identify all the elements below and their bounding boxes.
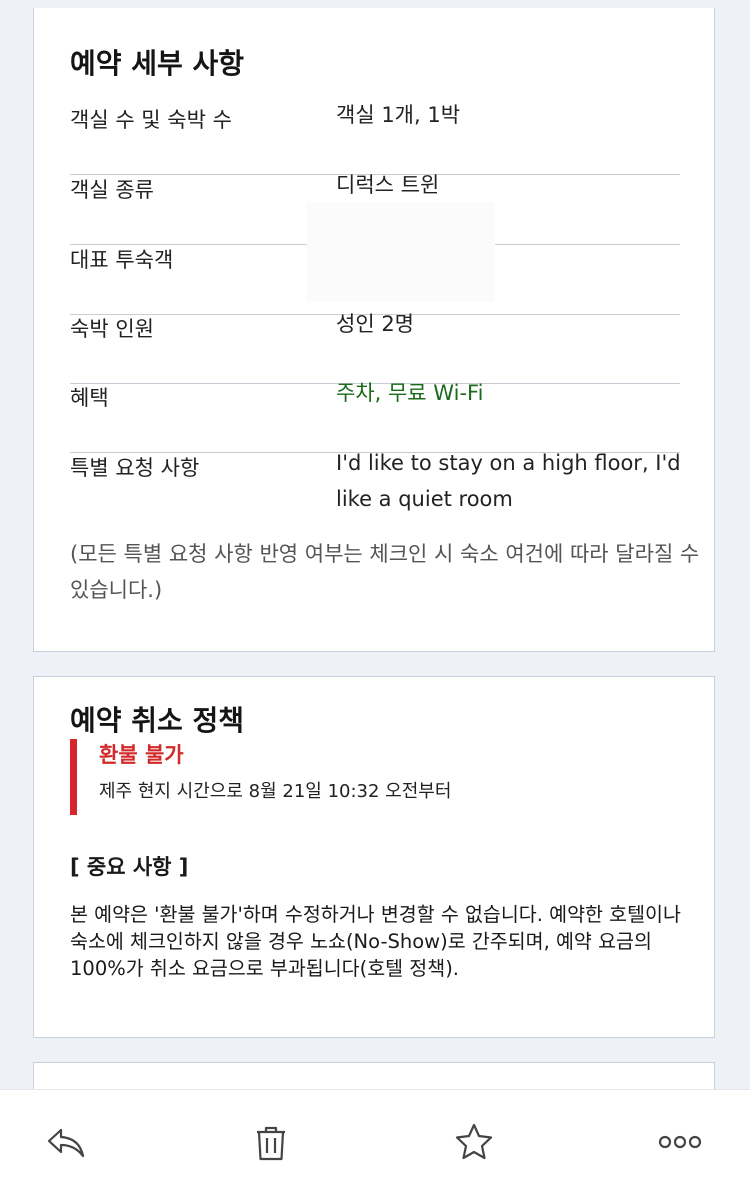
star-button[interactable] <box>452 1120 496 1164</box>
detail-value: 객실 1개, 1박 <box>336 103 461 127</box>
refund-callout: 환불 불가 제주 현지 시간으로 8월 21일 10:32 오전부터 <box>70 739 451 815</box>
detail-label: 특별 요청 사항 <box>70 456 200 480</box>
cancellation-policy-title: 예약 취소 정책 <box>70 704 245 737</box>
detail-value-benefits: 주차, 무료 Wi-Fi <box>336 381 484 405</box>
detail-label: 숙박 인원 <box>70 317 154 341</box>
more-button[interactable] <box>658 1120 702 1164</box>
cancellation-policy-card: 예약 취소 정책 환불 불가 제주 현지 시간으로 8월 21일 10:32 오… <box>33 676 715 1038</box>
trash-icon <box>257 1126 285 1161</box>
detail-value: I'd like to stay on a high floor, I'd li… <box>336 451 681 511</box>
detail-row-benefits: 혜택 주차, 무료 Wi-Fi <box>70 381 680 453</box>
special-request-note: (모든 특별 요청 사항 반영 여부는 체크인 시 숙소 여건에 따라 달라질 … <box>70 542 700 602</box>
booking-details-title: 예약 세부 사항 <box>70 47 245 80</box>
detail-value: 디럭스 트윈 <box>336 173 440 197</box>
important-body: 본 예약은 '환불 불가'하며 수정하거나 변경할 수 없습니다. 예약한 호텔… <box>70 903 681 980</box>
detail-label: 객실 수 및 숙박 수 <box>70 108 232 132</box>
email-toolbar <box>0 1089 750 1192</box>
more-icon <box>658 1135 702 1149</box>
detail-value: 성인 2명 <box>336 312 414 336</box>
important-heading: [ 중요 사항 ] <box>70 855 189 879</box>
reply-button[interactable] <box>44 1120 88 1164</box>
delete-button[interactable] <box>249 1120 293 1164</box>
detail-row-special-requests: 특별 요청 사항 I'd like to stay on a high floo… <box>70 451 681 534</box>
detail-row-rooms-nights: 객실 수 및 숙박 수 객실 1개, 1박 <box>70 103 680 175</box>
detail-label: 혜택 <box>70 386 109 410</box>
reply-icon <box>47 1128 85 1158</box>
non-refundable-label: 환불 불가 <box>99 743 184 767</box>
detail-row-guests: 숙박 인원 성인 2명 <box>70 312 680 384</box>
detail-label: 대표 투숙객 <box>70 248 174 272</box>
star-icon <box>455 1123 493 1160</box>
redacted-guest-name <box>307 202 495 302</box>
refund-time-text: 제주 현지 시간으로 8월 21일 10:32 오전부터 <box>99 781 452 802</box>
booking-details-card: 예약 세부 사항 객실 수 및 숙박 수 객실 1개, 1박 객실 종류 디럭스… <box>33 8 715 652</box>
detail-label: 객실 종류 <box>70 178 154 202</box>
